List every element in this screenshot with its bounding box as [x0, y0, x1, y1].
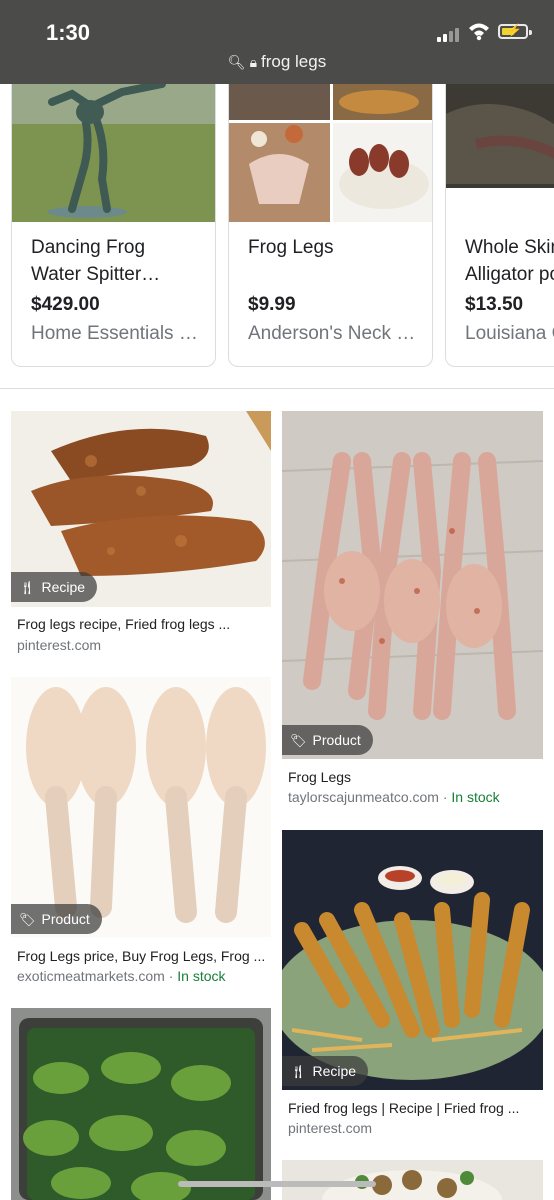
- product-price: $429.00: [31, 294, 100, 315]
- shopping-card[interactable]: Dancing Frog Water Spitter… $429.00 Home …: [11, 84, 216, 367]
- tag-icon: 🏷︎: [19, 912, 36, 927]
- section-divider: [0, 388, 554, 389]
- status-time: 1:30: [46, 20, 91, 45]
- product-price: $9.99: [248, 294, 296, 315]
- url-text: frog legs: [261, 52, 327, 71]
- result-image: [282, 411, 543, 759]
- result-caption: Frog Legs: [288, 769, 352, 785]
- image-result[interactable]: 🏷︎ Product Frog Legs price, Buy Frog Legs…: [11, 677, 271, 987]
- product-image: [446, 84, 554, 222]
- result-badge: 🏷︎ Product: [11, 904, 102, 934]
- product-title: Dancing Frog Water Spitter…: [31, 237, 161, 285]
- result-badge: 🍴︎ Recipe: [282, 1056, 369, 1086]
- wifi-icon: [469, 23, 489, 41]
- product-store: Anderson's Neck …: [248, 323, 416, 344]
- result-image: [11, 677, 271, 937]
- home-indicator[interactable]: [178, 1181, 376, 1187]
- result-caption: Fried frog legs | Recipe | Fried frog ..…: [288, 1100, 520, 1116]
- lock-icon: 🔒︎: [249, 54, 258, 70]
- signal-icon: [437, 26, 463, 42]
- result-caption: Frog Legs price, Buy Frog Legs, Frog ...: [17, 948, 266, 964]
- result-source: pinterest.com: [17, 637, 102, 653]
- search-icon: 🔍︎: [227, 54, 246, 70]
- result-badge: 🍴︎ Recipe: [11, 572, 98, 602]
- image-result[interactable]: [282, 1160, 543, 1200]
- address-bar[interactable]: 🔍︎ 🔒︎ frog legs: [0, 52, 554, 72]
- image-result[interactable]: 🍴︎ Recipe Frog legs recipe, Fried frog le…: [11, 411, 271, 661]
- status-bar: 1:30 ⚡ 🔍︎ 🔒︎ frog legs: [0, 0, 554, 84]
- image-result[interactable]: 🍴︎ Recipe Fried frog legs | Recipe | Frie…: [282, 830, 543, 1140]
- product-image: [229, 84, 432, 222]
- shopping-card[interactable]: Whole Skin Alligator po $13.50 Louisiana …: [445, 84, 554, 367]
- result-image: [282, 830, 543, 1090]
- product-price: $13.50: [465, 294, 524, 315]
- result-badge: 🏷︎ Product: [282, 725, 373, 755]
- image-result[interactable]: 🏷︎ Product Frog Legs taylorscajunmeatco.c…: [282, 411, 543, 811]
- product-title: Frog Legs: [248, 237, 334, 258]
- battery-icon: ⚡: [498, 23, 532, 39]
- fork-knife-icon: 🍴︎: [19, 580, 36, 595]
- image-result[interactable]: [11, 1008, 271, 1200]
- product-store: Home Essentials …: [31, 323, 198, 344]
- result-source: pinterest.com: [288, 1120, 373, 1136]
- result-caption: Frog legs recipe, Fried frog legs ...: [17, 616, 231, 632]
- product-image: [12, 84, 215, 222]
- product-store: Louisiana C: [465, 323, 554, 344]
- result-source: exoticmeatmarkets.com · In stock: [17, 968, 226, 984]
- product-title: Whole Skin Alligator po: [465, 237, 554, 285]
- result-source: taylorscajunmeatco.com · In stock: [288, 789, 500, 805]
- shopping-card[interactable]: Frog Legs $9.99 Anderson's Neck …: [228, 84, 433, 367]
- tag-icon: 🏷︎: [290, 733, 307, 748]
- result-image: [11, 1008, 271, 1200]
- result-image: [282, 1160, 543, 1200]
- fork-knife-icon: 🍴︎: [290, 1064, 307, 1079]
